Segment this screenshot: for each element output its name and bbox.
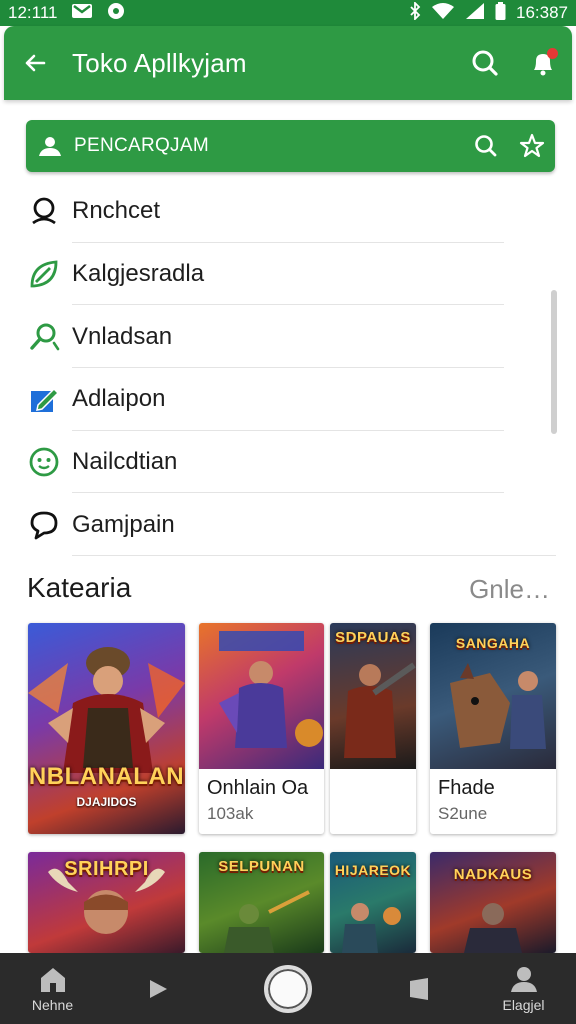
status-clock: 16:387 [516, 3, 568, 22]
cards-row: SRIHRPI SELPUNAN HIJAREOK NADKAUS [28, 852, 556, 953]
status-bar: 12:111 16:387 [0, 0, 576, 26]
key-search-icon [26, 321, 72, 353]
menu-item[interactable]: Gamjpain [26, 493, 556, 557]
game-cover: HIJAREOK [330, 852, 416, 953]
page-title: Toko Apllkyjam [72, 47, 247, 78]
play-icon [149, 979, 167, 998]
game-card[interactable]: HIJAREOK [330, 852, 416, 953]
menu-item-label: Rnchcet [72, 197, 161, 225]
menu-item[interactable]: Kalgjesradla [26, 243, 556, 306]
card-title: Onhlain Oa [207, 777, 309, 799]
square-icon [409, 977, 428, 1000]
cover-title: NBLANALAN [28, 763, 185, 790]
cover-title: SDPAUAS [335, 629, 411, 646]
nav-home[interactable]: Nehne [0, 953, 105, 1024]
game-cover: SANGAHA [430, 623, 556, 769]
search-label: PENCARQJAM [74, 135, 209, 156]
nav-recents[interactable] [366, 953, 471, 1024]
leaf-icon [26, 258, 72, 290]
nav-play[interactable] [105, 953, 210, 1024]
category-title: Katearia [27, 572, 132, 603]
scrollbar[interactable] [551, 290, 557, 434]
game-card[interactable]: SELPUNAN [199, 852, 324, 953]
search-button[interactable] [456, 26, 514, 100]
bottom-nav: Nehne Elagjel [0, 953, 576, 1024]
profile-icon [510, 966, 537, 992]
menu-item-label: Nailcdtian [72, 448, 178, 476]
person-outline-icon [26, 195, 72, 227]
card-subtitle: 103ak [207, 804, 254, 823]
cover-title: HIJAREOK [334, 862, 412, 878]
cover-title: NADKAUS [453, 866, 533, 883]
game-card[interactable]: NADKAUS [430, 852, 556, 953]
back-button[interactable] [4, 26, 66, 100]
cover-subtitle: DJAJIDOS [76, 795, 137, 809]
circle-notification-icon [107, 2, 125, 25]
chat-bubble-icon [26, 509, 72, 541]
game-cover: SDPAUAS [330, 623, 416, 769]
menu-list: Rnchcet Kalgjesradla Vnladsan Adlaipon N… [26, 180, 556, 557]
notifications-button[interactable] [514, 26, 572, 100]
card-caption: Onhlain Oa 103ak [199, 769, 324, 824]
game-card[interactable]: SDPAUAS [330, 623, 416, 834]
status-time: 12:111 [8, 3, 58, 22]
game-card[interactable]: NBLANALAN DJAJIDOS [28, 623, 185, 834]
notification-badge [547, 48, 558, 59]
signal-icon [465, 2, 485, 25]
favorite-button[interactable] [509, 120, 555, 172]
search-bar[interactable]: PENCARQJAM [26, 120, 555, 172]
app-bar: Toko Apllkyjam [4, 26, 572, 100]
battery-icon [495, 1, 506, 25]
game-cover: NADKAUS [430, 852, 556, 953]
cover-title: SRIHRPI [64, 858, 149, 880]
menu-item-label: Gamjpain [72, 510, 175, 538]
search-icon [472, 50, 498, 76]
menu-item-label: Adlaipon [72, 385, 166, 413]
nav-profile[interactable]: Elagjel [471, 953, 576, 1024]
game-cover: SELPUNAN [199, 852, 324, 953]
menu-item-label: Vnladsan [72, 322, 173, 350]
cover-title: SANGAHA [455, 635, 531, 651]
menu-item[interactable]: Nailcdtian [26, 431, 556, 494]
card-subtitle: S2une [438, 804, 488, 823]
wifi-icon [431, 2, 455, 25]
nav-home-label: Nehne [31, 996, 74, 1013]
bluetooth-icon [409, 0, 421, 25]
search-icon [475, 135, 497, 157]
card-caption: Fhade S2une [430, 769, 556, 824]
divider [72, 555, 556, 557]
game-cover: SRIHRPI [28, 852, 185, 953]
game-card[interactable]: SRIHRPI [28, 852, 185, 953]
home-circle-button[interactable] [264, 964, 312, 1013]
star-icon [519, 133, 545, 158]
menu-item-label: Kalgjesradla [72, 260, 205, 288]
menu-item[interactable]: Vnladsan [26, 305, 556, 369]
menu-item[interactable]: Adlaipon [26, 368, 556, 431]
see-more-link[interactable]: Gnle… [469, 574, 550, 605]
game-cover: NBLANALAN DJAJIDOS [28, 623, 185, 834]
search-submit-button[interactable] [463, 120, 509, 172]
game-cover [199, 623, 324, 769]
card-title: Fhade [438, 777, 495, 799]
cards-row: NBLANALAN DJAJIDOS Onhlain Oa 103ak SDPA… [28, 623, 556, 834]
cover-title: SELPUNAN [218, 858, 305, 875]
arrow-left-icon [25, 54, 46, 72]
game-card[interactable]: SANGAHA Fhade S2une [430, 623, 556, 834]
gmail-icon [71, 3, 93, 24]
nav-profile-label: Elagjel [502, 996, 545, 1013]
account-icon [26, 135, 74, 157]
home-icon [40, 967, 65, 992]
game-card[interactable]: Onhlain Oa 103ak [199, 623, 324, 834]
smiley-icon [26, 446, 72, 478]
menu-item[interactable]: Rnchcet [26, 180, 556, 243]
edit-box-icon [26, 383, 72, 415]
